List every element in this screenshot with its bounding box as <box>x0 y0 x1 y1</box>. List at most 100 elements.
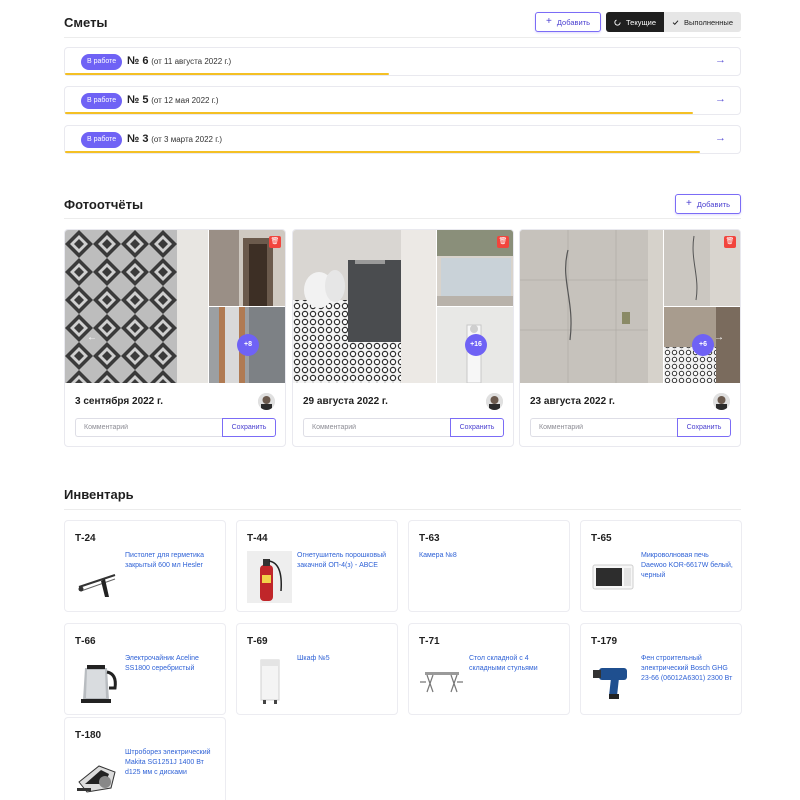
photo-main[interactable] <box>293 230 436 383</box>
estimate-title: № 3 (от 3 марта 2022 г.) <box>127 133 222 145</box>
photo-gallery[interactable]: 🗑 +16 <box>293 230 513 383</box>
estimate-progress-bar <box>65 151 700 153</box>
inventory-name-link[interactable]: Фен строительный электрический Bosch GHG… <box>641 654 736 684</box>
trash-icon[interactable]: 🗑 <box>269 236 281 248</box>
arrow-right-icon[interactable]: → <box>715 54 726 66</box>
inventory-code: Т-180 <box>75 730 102 741</box>
photo-report-date: 23 августа 2022 г. <box>530 396 615 407</box>
inventory-title: Инвентарь <box>64 487 134 502</box>
estimates-actions: + Добавить Текущие Выполненные <box>535 12 741 32</box>
inventory-card[interactable]: Т-44 Огнетушитель порошковый закачной ОП… <box>236 520 398 612</box>
more-photos-badge[interactable]: +16 <box>465 334 487 356</box>
inventory-name-link[interactable]: Огнетушитель порошковый закачной ОП-4(з)… <box>297 551 392 571</box>
save-comment-button[interactable]: Сохранить <box>677 418 731 437</box>
spinner-icon <box>614 18 621 26</box>
arrow-right-icon[interactable]: → <box>715 93 726 105</box>
inventory-code: Т-69 <box>247 636 268 647</box>
save-comment-button[interactable]: Сохранить <box>450 418 504 437</box>
add-estimate-button[interactable]: + Добавить <box>535 12 602 32</box>
more-photos-badge[interactable]: +6 <box>692 334 714 356</box>
estimates-filter: Текущие Выполненные <box>606 12 741 32</box>
inventory-code: Т-24 <box>75 533 96 544</box>
tab-done[interactable]: Выполненные <box>664 12 741 32</box>
estimate-title: № 5 (от 12 мая 2022 г.) <box>127 94 219 106</box>
photo-main[interactable] <box>65 230 208 383</box>
arrow-right-icon[interactable]: → <box>714 332 724 343</box>
photo-report-card: 🗑 → +6 23 августа 2022 г. Сохранить <box>519 229 741 447</box>
more-photos-badge[interactable]: +8 <box>237 334 259 356</box>
inventory-card[interactable]: Т-66 Электрочайник Aceline SS1800 серебр… <box>64 623 226 715</box>
estimate-title: № 6 (от 11 августа 2022 г.) <box>127 55 231 67</box>
estimate-number: № 6 <box>127 55 149 67</box>
heat-gun-icon <box>593 668 627 699</box>
inventory-name-link[interactable]: Штроборез электрический Makita SG1251J 1… <box>125 748 220 778</box>
tab-current[interactable]: Текущие <box>606 12 664 32</box>
estimates-divider <box>64 37 741 38</box>
add-photo-label: Добавить <box>696 199 730 209</box>
photo-gallery[interactable]: 🗑 → +6 <box>520 230 740 383</box>
status-badge: В работе <box>81 54 123 70</box>
caulk-gun-icon <box>78 574 116 597</box>
inventory-card[interactable]: Т-69 Шкаф №5 <box>236 623 398 715</box>
estimate-row[interactable]: В работе № 6 (от 11 августа 2022 г.) → <box>64 47 741 76</box>
estimate-row[interactable]: В работе № 5 (от 12 мая 2022 г.) → <box>64 86 741 115</box>
inventory-card[interactable]: Т-24 Пистолет для герметика закрытый 600… <box>64 520 226 612</box>
inventory-card[interactable]: Т-63 Камера №8 <box>408 520 570 612</box>
photo-report-date: 29 августа 2022 г. <box>303 396 388 407</box>
inventory-name-link[interactable]: Камера №8 <box>419 551 514 561</box>
trash-icon[interactable]: 🗑 <box>497 236 509 248</box>
comment-input[interactable] <box>75 418 222 437</box>
inventory-name-link[interactable]: Стол складной с 4 складными стульями <box>469 654 564 674</box>
estimate-progress-bar <box>65 73 389 75</box>
photos-header: Фотоотчёты + Добавить <box>64 194 741 214</box>
photos-divider <box>64 218 741 219</box>
folding-table-icon <box>420 672 463 693</box>
comment-row: Сохранить <box>75 418 276 437</box>
estimate-number: № 3 <box>127 133 149 145</box>
estimate-date: (от 11 августа 2022 г.) <box>151 57 232 66</box>
comment-input[interactable] <box>530 418 677 437</box>
cabinet-icon <box>260 659 280 704</box>
estimate-date: (от 12 мая 2022 г.) <box>151 96 219 105</box>
inventory-name-link[interactable]: Шкаф №5 <box>297 654 392 664</box>
inventory-divider <box>64 509 741 510</box>
inventory-card[interactable]: Т-179 Фен строительный электрический Bos… <box>580 623 742 715</box>
tab-done-label: Выполненные <box>684 17 733 27</box>
tab-current-label: Текущие <box>626 17 656 27</box>
arrow-right-icon[interactable]: → <box>715 132 726 144</box>
trash-icon[interactable]: 🗑 <box>724 236 736 248</box>
plus-icon: + <box>546 16 552 27</box>
inventory-code: Т-71 <box>419 636 440 647</box>
estimate-date: (от 3 марта 2022 г.) <box>151 135 223 144</box>
estimate-progress-bar <box>65 112 693 114</box>
inventory-header: Инвентарь <box>64 487 741 502</box>
estimate-number: № 5 <box>127 94 149 106</box>
inventory-card[interactable]: Т-180 Штроборез электрический Makita SG1… <box>64 717 226 800</box>
estimates-title: Сметы <box>64 14 108 30</box>
inventory-code: Т-66 <box>75 636 96 647</box>
inventory-name-link[interactable]: Электрочайник Aceline SS1800 серебристый <box>125 654 220 674</box>
inventory-card[interactable]: Т-71 Стол складной с 4 складными стульям… <box>408 623 570 715</box>
comment-input[interactable] <box>303 418 450 437</box>
status-badge: В работе <box>81 132 123 148</box>
photo-gallery[interactable]: 🗑 ← +8 <box>65 230 285 383</box>
inventory-card[interactable]: Т-65 Микроволновая печь Daewoo KOR-6617W… <box>580 520 742 612</box>
comment-row: Сохранить <box>303 418 504 437</box>
save-comment-button[interactable]: Сохранить <box>222 418 276 437</box>
add-photo-report-button[interactable]: + Добавить <box>675 194 741 214</box>
avatar <box>713 393 730 410</box>
photos-title: Фотоотчёты <box>64 196 144 212</box>
photo-main[interactable] <box>520 230 663 383</box>
photo-report-card: 🗑 +16 29 августа 2022 г. Сохранить <box>292 229 514 447</box>
inventory-name-link[interactable]: Пистолет для герметика закрытый 600 мл H… <box>125 551 220 571</box>
inventory-code: Т-65 <box>591 533 612 544</box>
check-icon <box>672 19 679 25</box>
estimate-row[interactable]: В работе № 3 (от 3 марта 2022 г.) → <box>64 125 741 154</box>
arrow-left-icon[interactable]: ← <box>87 332 97 343</box>
add-estimate-label: Добавить <box>556 17 591 27</box>
inventory-name-link[interactable]: Микроволновая печь Daewoo KOR-6617W белы… <box>641 551 736 581</box>
photo-report-date: 3 сентября 2022 г. <box>75 396 163 407</box>
microwave-icon <box>592 564 634 590</box>
wall-chaser-icon <box>77 765 116 793</box>
inventory-code: Т-179 <box>591 636 618 647</box>
